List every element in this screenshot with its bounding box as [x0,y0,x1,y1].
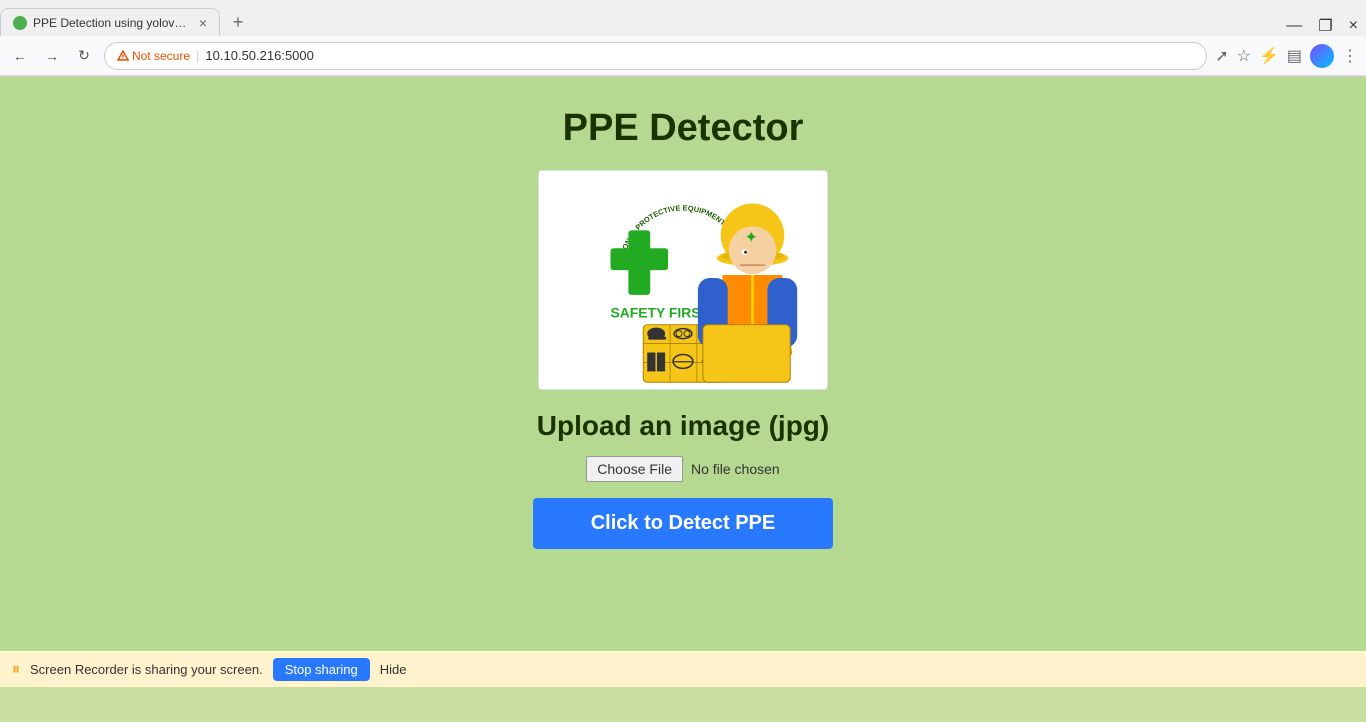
window-controls: — ❐ × [1286,16,1366,36]
address-bar-actions: ➚ ☆ ⚡ ▤ ⋮ [1215,44,1358,68]
hide-button[interactable]: Hide [380,662,407,677]
tab-bar: PPE Detection using yolov5 mod... × + — … [0,0,1366,36]
no-file-text: No file chosen [691,461,780,477]
tab-close-icon[interactable]: × [199,15,207,31]
upload-label: Upload an image (jpg) [537,410,829,442]
url-text: 10.10.50.216:5000 [205,48,313,63]
ppe-svg-illustration: PERSONAL PROTECTIVE EQUIPMENT SAFETY FIR… [539,170,827,390]
screen-recorder-bar: ⏸ Screen Recorder is sharing your screen… [0,651,1366,687]
svg-text:✦: ✦ [745,229,758,246]
pause-icon: ⏸ [12,661,20,679]
warning-icon [117,50,129,62]
reload-button[interactable]: ↻ [72,44,96,68]
detect-ppe-button[interactable]: Click to Detect PPE [533,498,833,549]
page-title: PPE Detector [563,107,804,150]
minimize-button[interactable]: — [1286,17,1302,35]
not-secure-indicator: Not secure [117,49,190,63]
forward-button[interactable]: → [40,44,64,68]
maximize-button[interactable]: ❐ [1318,16,1332,36]
close-button[interactable]: × [1349,17,1358,35]
back-button[interactable]: ← [8,44,32,68]
file-input-row: Choose File No file chosen [586,456,779,482]
share-icon[interactable]: ➚ [1215,46,1228,66]
address-bar: ← → ↻ Not secure | 10.10.50.216:5000 ➚ ☆… [0,36,1366,76]
tab-favicon [13,16,27,30]
profile-avatar[interactable] [1310,44,1334,68]
active-tab[interactable]: PPE Detection using yolov5 mod... × [0,8,220,36]
bookmark-icon[interactable]: ☆ [1237,46,1251,66]
tab-title: PPE Detection using yolov5 mod... [33,16,193,30]
screen-recorder-message: Screen Recorder is sharing your screen. [30,662,263,677]
sidebar-icon[interactable]: ▤ [1287,46,1302,66]
address-divider: | [196,48,199,63]
page-content: PPE Detector PERSONAL PROTECTIVE EQUIPME… [0,77,1366,687]
url-field[interactable]: Not secure | 10.10.50.216:5000 [104,42,1207,70]
hero-image: PERSONAL PROTECTIVE EQUIPMENT SAFETY FIR… [538,170,828,390]
choose-file-button[interactable]: Choose File [586,456,683,482]
svg-text:SAFETY FIRST: SAFETY FIRST [611,305,710,321]
menu-icon[interactable]: ⋮ [1342,46,1358,66]
extensions-icon[interactable]: ⚡ [1259,46,1279,66]
browser-chrome: PPE Detection using yolov5 mod... × + — … [0,0,1366,77]
new-tab-button[interactable]: + [224,8,252,36]
stop-sharing-button[interactable]: Stop sharing [273,658,370,681]
